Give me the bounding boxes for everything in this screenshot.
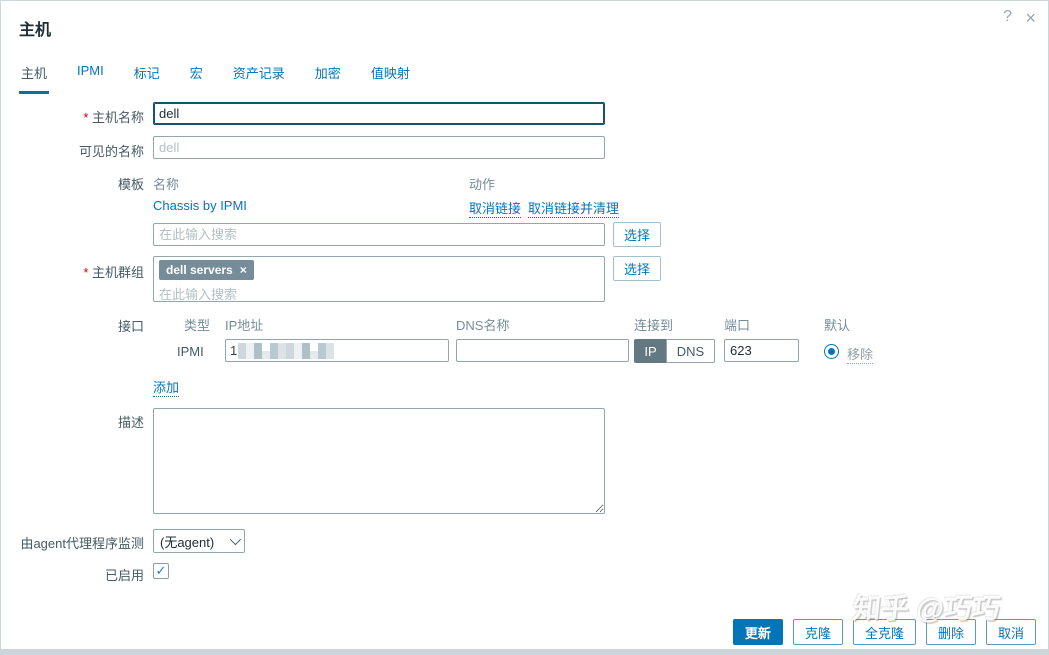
remove-interface-link: 移除 bbox=[847, 344, 874, 364]
connect-to-toggle: IP DNS bbox=[634, 339, 715, 363]
host-groups-search-placeholder[interactable]: 在此输入搜索 bbox=[159, 284, 599, 303]
host-group-select-button[interactable]: 选择 bbox=[613, 256, 662, 281]
help-icon[interactable]: ? bbox=[1003, 9, 1012, 25]
ip-redacted-prefix: 1 bbox=[230, 343, 238, 358]
enabled-label: 已启用 bbox=[104, 568, 144, 583]
add-interface-link[interactable]: 添加 bbox=[153, 377, 180, 397]
unlink-link[interactable]: 取消链接 bbox=[469, 198, 522, 218]
tab-host[interactable]: 主机 bbox=[19, 59, 50, 94]
interfaces-label: 接口 bbox=[117, 319, 144, 334]
cancel-button[interactable]: 取消 bbox=[985, 619, 1036, 645]
col-connect-to: 连接到 bbox=[634, 318, 674, 333]
templates-col-action: 动作 bbox=[469, 177, 496, 192]
ip-address-input[interactable]: 1 bbox=[225, 339, 449, 362]
unlink-clear-link[interactable]: 取消链接并清理 bbox=[528, 198, 620, 218]
description-textarea[interactable] bbox=[153, 408, 605, 514]
connect-to-dns-option[interactable]: DNS bbox=[666, 339, 715, 363]
host-groups-multiselect[interactable]: dell servers × 在此输入搜索 bbox=[153, 256, 605, 302]
dns-name-input[interactable] bbox=[456, 339, 629, 362]
host-name-input[interactable] bbox=[153, 102, 605, 125]
proxy-label: 由agent代理程序监测 bbox=[20, 536, 144, 551]
chevron-down-icon bbox=[229, 533, 242, 546]
proxy-select-value: (无agent) bbox=[160, 534, 215, 550]
footer-actions: 更新 克隆 全克隆 删除 取消 bbox=[732, 619, 1036, 645]
chip-remove-icon[interactable]: × bbox=[240, 263, 247, 277]
default-interface-radio[interactable] bbox=[824, 344, 839, 359]
col-type: 类型 bbox=[184, 318, 211, 333]
linked-template-link[interactable]: Chassis by IPMI bbox=[153, 198, 247, 213]
templates-label: 模板 bbox=[117, 177, 144, 192]
check-icon: ✓ bbox=[155, 563, 167, 578]
tab-ipmi[interactable]: IPMI bbox=[75, 59, 106, 94]
templates-col-name: 名称 bbox=[153, 177, 180, 192]
col-default: 默认 bbox=[824, 318, 851, 333]
tab-tags[interactable]: 标记 bbox=[132, 59, 162, 94]
visible-name-input[interactable] bbox=[153, 136, 605, 159]
tab-macros[interactable]: 宏 bbox=[188, 59, 205, 94]
host-groups-label: 主机群组 bbox=[1, 262, 144, 281]
tab-inventory[interactable]: 资产记录 bbox=[231, 59, 287, 94]
port-input[interactable] bbox=[724, 339, 799, 362]
host-config-dialog: 主机 ? × 主机 IPMI 标记 宏 资产记录 加密 值映射 主机名称 可见的… bbox=[0, 0, 1049, 655]
col-ip: IP地址 bbox=[225, 318, 264, 333]
connect-to-ip-option[interactable]: IP bbox=[634, 339, 666, 363]
tab-valuemaps[interactable]: 值映射 bbox=[369, 59, 412, 94]
enabled-checkbox[interactable]: ✓ bbox=[153, 563, 169, 579]
tab-encryption[interactable]: 加密 bbox=[313, 59, 343, 94]
host-group-chip-label: dell servers bbox=[166, 263, 233, 277]
ip-redacted-mosaic bbox=[238, 342, 335, 359]
host-name-label: 主机名称 bbox=[1, 107, 144, 126]
page-title: 主机 bbox=[19, 22, 52, 39]
template-select-button[interactable]: 选择 bbox=[613, 222, 662, 247]
description-label: 描述 bbox=[117, 415, 144, 430]
clone-button[interactable]: 克隆 bbox=[792, 619, 843, 645]
interface-type: IPMI bbox=[177, 344, 204, 359]
full-clone-button[interactable]: 全克隆 bbox=[852, 619, 916, 645]
proxy-select[interactable]: (无agent) bbox=[153, 529, 245, 553]
close-icon[interactable]: × bbox=[1025, 9, 1036, 27]
update-button[interactable]: 更新 bbox=[732, 619, 783, 645]
tab-bar: 主机 IPMI 标记 宏 资产记录 加密 值映射 bbox=[19, 59, 412, 94]
col-port: 端口 bbox=[724, 318, 751, 333]
visible-name-label: 可见的名称 bbox=[78, 144, 144, 159]
host-group-chip: dell servers × bbox=[159, 260, 254, 280]
template-search-input[interactable] bbox=[153, 223, 605, 246]
delete-button[interactable]: 删除 bbox=[925, 619, 976, 645]
col-dns: DNS名称 bbox=[456, 318, 510, 333]
